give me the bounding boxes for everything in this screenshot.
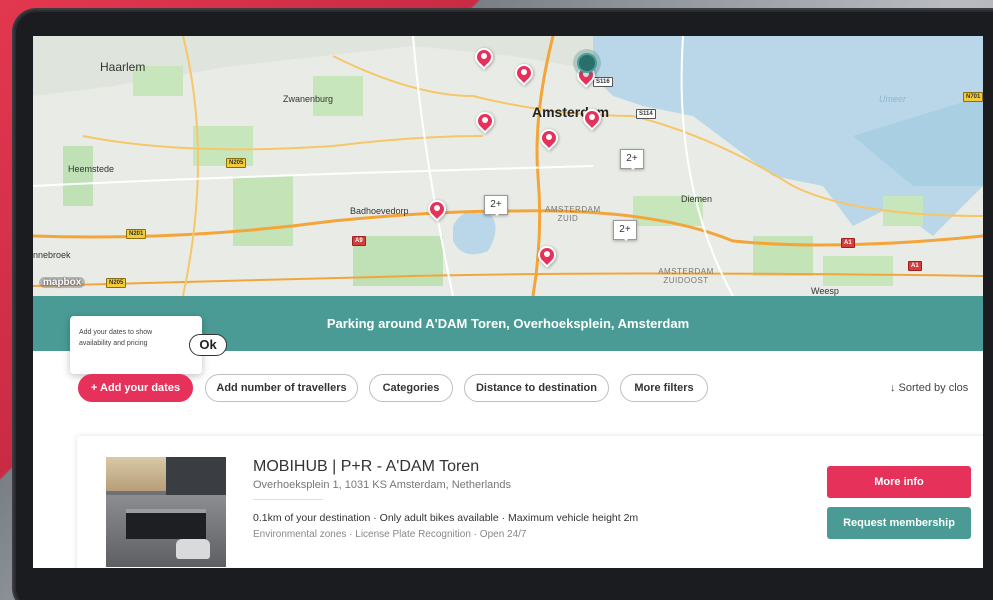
place-label: Zwanenburg (283, 94, 334, 104)
place-label: Heemstede (68, 164, 115, 174)
place-label: Badhoevedorp (350, 206, 409, 216)
place-label: Diemen (681, 194, 713, 204)
place-label: nnebroek (33, 250, 71, 260)
dates-tooltip: Add your dates to show availability and … (70, 316, 227, 381)
map[interactable]: Haarlem Zwanenburg Amsterdam Heemstede B… (33, 36, 983, 296)
more-info-button[interactable]: More info (827, 466, 971, 498)
request-membership-button[interactable]: Request membership (827, 507, 971, 539)
app-screen: Haarlem Zwanenburg Amsterdam Heemstede B… (33, 36, 983, 568)
current-location-marker (577, 53, 597, 73)
parking-pin[interactable] (472, 108, 498, 138)
district-label: AMSTERDAM ZUIDOOST (658, 267, 714, 285)
parking-pin[interactable] (511, 60, 537, 90)
district-label: AMSTERDAM ZUID (545, 205, 601, 223)
divider (253, 499, 323, 500)
parking-pin[interactable] (471, 44, 497, 74)
cluster-marker[interactable]: 2+ (620, 149, 644, 170)
categories-filter[interactable]: Categories (369, 374, 453, 402)
tooltip-ok-button[interactable]: Ok (189, 334, 227, 356)
mapbox-logo: mapbox (39, 277, 86, 288)
road-shield: A9 (352, 236, 366, 246)
parking-pin[interactable] (536, 125, 562, 155)
road-shield: N205 (226, 158, 247, 168)
distance-filter[interactable]: Distance to destination (464, 374, 609, 402)
road-shield: S114 (636, 109, 656, 119)
road-shield: N701 (963, 92, 983, 102)
add-dates-button[interactable]: + Add your dates (78, 374, 193, 402)
mapbox-logo-text: mapbox (43, 277, 82, 288)
road-shield: A1 (908, 261, 922, 271)
place-label: Haarlem (100, 60, 146, 74)
parking-features-secondary: Environmental zones · License Plate Reco… (253, 529, 527, 540)
road-shield: A1 (841, 238, 855, 248)
tooltip-text: Add your dates to show availability and … (79, 329, 153, 347)
parking-address: Overhoeksplein 1, 1031 KS Amsterdam, Net… (253, 479, 512, 491)
parking-photo (106, 457, 226, 567)
parking-result-card[interactable]: MOBIHUB | P+R - A'DAM Toren Overhoeksple… (77, 436, 983, 568)
filter-bar: + Add your dates Add number of traveller… (33, 372, 983, 404)
cluster-marker[interactable]: 2+ (484, 195, 508, 216)
place-label: Weesp (811, 286, 839, 296)
more-filters-button[interactable]: More filters (620, 374, 708, 402)
sort-dropdown[interactable]: ↓ Sorted by clos (890, 374, 968, 402)
road-shield: N201 (126, 229, 147, 239)
parking-pin[interactable] (424, 196, 450, 226)
cluster-marker[interactable]: 2+ (613, 220, 637, 241)
travellers-filter[interactable]: Add number of travellers (205, 374, 358, 402)
parking-title[interactable]: MOBIHUB | P+R - A'DAM Toren (253, 458, 479, 476)
place-label: Umeer (879, 94, 907, 104)
road-shield: N205 (106, 278, 127, 288)
parking-pin[interactable] (579, 105, 605, 135)
map-base (33, 36, 983, 296)
parking-pin[interactable] (534, 242, 560, 272)
parking-features: 0.1km of your destination · Only adult b… (253, 512, 639, 524)
